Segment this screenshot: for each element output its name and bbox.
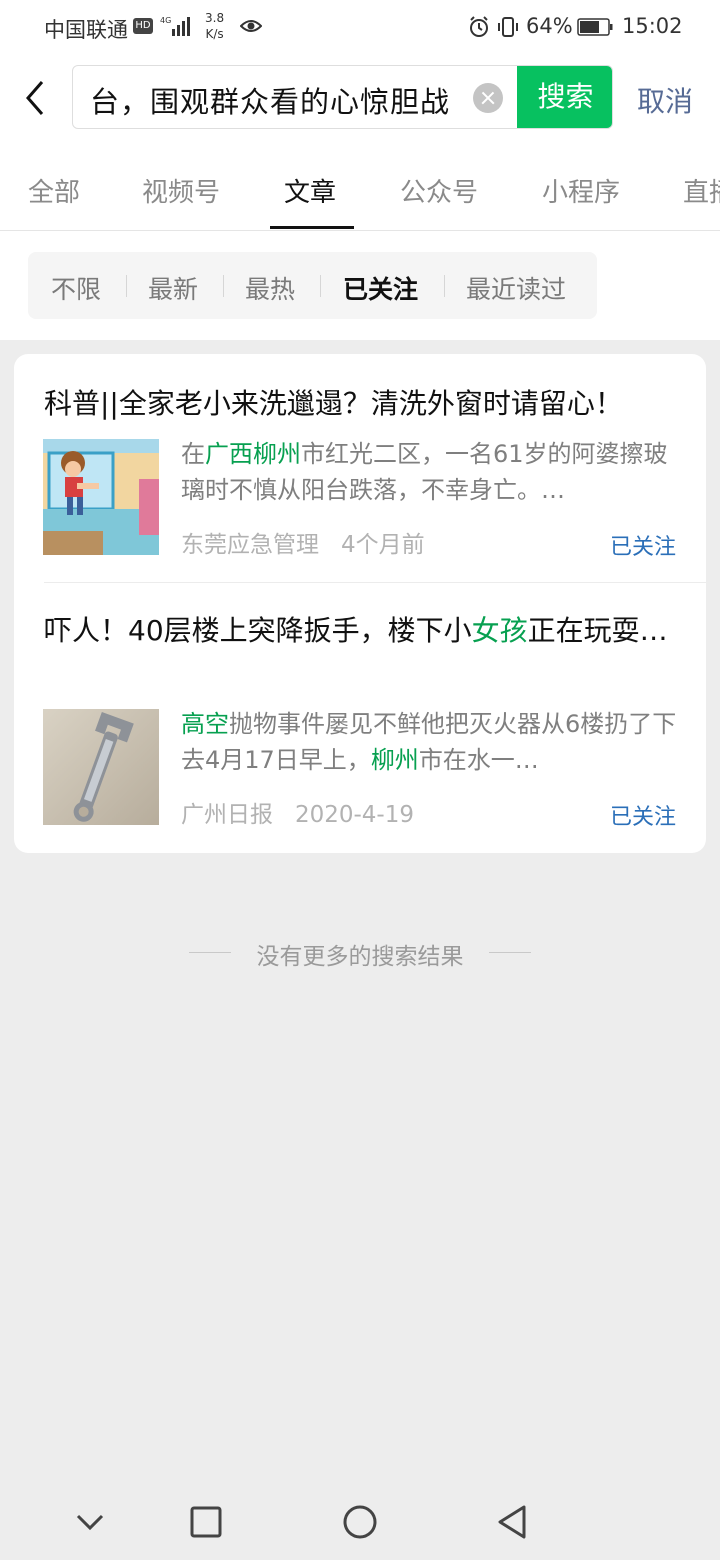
filter-separator xyxy=(444,275,445,297)
title-highlight: 女孩 xyxy=(471,614,528,647)
end-divider-right xyxy=(489,952,531,953)
active-tab-indicator xyxy=(270,226,354,229)
filter-bar: 不限 最新 最热 已关注 最近读过 xyxy=(28,252,597,319)
tab-live[interactable]: 直播 xyxy=(683,172,720,209)
result-snippet: 在广西柳州市红光二区，一名61岁的阿婆擦玻璃时不慎从阳台跌落，不幸身亡。… xyxy=(181,436,681,508)
status-bar: 中国联通 HD 4G 3.8 K/s 64% 15:02 xyxy=(0,0,720,56)
result-thumbnail[interactable] xyxy=(43,439,159,555)
nav-square-icon[interactable] xyxy=(188,1502,224,1542)
search-button[interactable]: 搜索 xyxy=(517,66,612,128)
tab-mini-programs[interactable]: 小程序 xyxy=(542,172,620,209)
carrier-label: 中国联通 xyxy=(44,18,128,42)
result-divider xyxy=(44,582,706,583)
source-name: 广州日报 xyxy=(181,802,273,828)
hd-badge: HD xyxy=(133,18,153,34)
nav-down-icon[interactable] xyxy=(72,1502,108,1542)
clock: 15:02 xyxy=(622,14,683,38)
filter-separator xyxy=(223,275,224,297)
alarm-icon xyxy=(470,16,488,37)
filter-latest[interactable]: 最新 xyxy=(148,270,198,306)
network-speed: 3.8 K/s xyxy=(205,10,224,42)
snippet-highlight: 高空 xyxy=(181,710,229,738)
network-type-label: 4G xyxy=(160,16,171,25)
filter-recently-read[interactable]: 最近读过 xyxy=(466,270,566,306)
tabs-divider xyxy=(0,230,720,231)
battery-percent: 64% xyxy=(526,14,573,38)
publish-time: 4个月前 xyxy=(340,532,425,558)
vibrate-icon xyxy=(498,17,518,37)
speed-unit: K/s xyxy=(205,27,224,41)
snippet-highlight: 广西柳州 xyxy=(205,440,301,468)
search-bar[interactable]: 台，围观群众看的心惊胆战 搜索 xyxy=(72,65,613,129)
tab-channels[interactable]: 视频号 xyxy=(142,172,220,209)
followed-badge: 已关注 xyxy=(609,535,676,560)
result-source: 广州日报 2020-4-19 xyxy=(181,795,414,829)
nav-back-triangle-icon[interactable] xyxy=(494,1502,530,1542)
search-input[interactable]: 台，围观群众看的心惊胆战 xyxy=(90,79,450,121)
speed-value: 3.8 xyxy=(205,11,225,25)
battery-icon xyxy=(577,18,613,36)
result-snippet: 高空抛物事件屡见不鲜他把灭火器从6楼扔了下去4月17日早上，柳州市在水一… xyxy=(181,706,681,778)
source-name: 东莞应急管理 xyxy=(181,532,319,558)
snippet-text: 在 xyxy=(181,440,205,468)
filter-separator xyxy=(126,275,127,297)
result-title[interactable]: 吓人！40层楼上突降扳手，楼下小女孩正在玩耍… xyxy=(44,610,684,652)
tab-articles[interactable]: 文章 xyxy=(284,172,336,209)
cancel-button[interactable]: 取消 xyxy=(637,80,693,120)
publish-time: 2020-4-19 xyxy=(294,802,414,828)
title-text: 吓人！40层楼上突降扳手，楼下小 xyxy=(44,614,472,647)
no-more-results: 没有更多的搜索结果 xyxy=(256,944,464,970)
title-text: 正在玩耍… xyxy=(527,614,668,647)
filter-unlimited[interactable]: 不限 xyxy=(51,270,101,306)
tab-all[interactable]: 全部 xyxy=(28,172,80,209)
clear-icon[interactable] xyxy=(473,83,503,113)
eye-icon xyxy=(240,20,262,32)
nav-circle-icon[interactable] xyxy=(342,1502,378,1542)
followed-badge: 已关注 xyxy=(609,805,676,830)
back-arrow-icon[interactable] xyxy=(20,78,52,118)
filter-hottest[interactable]: 最热 xyxy=(245,270,295,306)
filter-followed[interactable]: 已关注 xyxy=(343,270,418,306)
result-source: 东莞应急管理 4个月前 xyxy=(181,525,425,559)
result-title[interactable]: 科普||全家老小来洗邋遢？清洗外窗时请留心！ xyxy=(44,383,684,425)
result-thumbnail[interactable] xyxy=(43,709,159,825)
signal-icon: 4G xyxy=(160,16,190,36)
snippet-text: 市在水一… xyxy=(418,746,539,774)
tab-official-accounts[interactable]: 公众号 xyxy=(400,172,478,209)
results-card: 科普||全家老小来洗邋遢？清洗外窗时请留心！ 在广西柳州市红光二区，一名61岁的… xyxy=(14,354,706,853)
filter-separator xyxy=(320,275,321,297)
snippet-highlight: 柳州 xyxy=(370,746,419,774)
